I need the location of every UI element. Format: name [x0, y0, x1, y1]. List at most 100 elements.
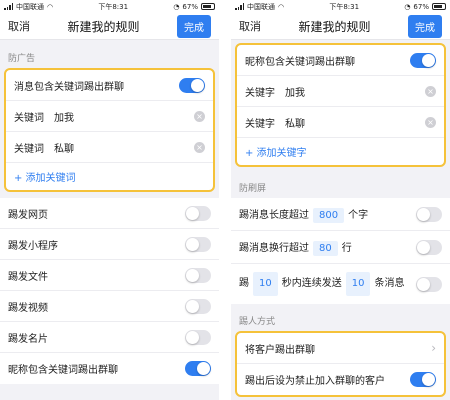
length-limit-label: 踢消息长度超过 800 个字 — [239, 206, 416, 223]
rule-label: 踢发文件 — [8, 271, 48, 283]
antiflood-list: 踢消息长度超过 800 个字 踢消息换行超过 80 行 踢 10 秒内连续发送 10 条消息 — [231, 198, 450, 304]
wifi-icon: ◠ — [47, 2, 54, 11]
toggle-label: 消息包含关键词踢出群聊 — [14, 81, 124, 93]
status-time: 下午8:31 — [98, 2, 129, 11]
screen-divider — [219, 0, 231, 400]
battery-icon — [200, 3, 215, 10]
alarm-icon: ◔ — [404, 2, 411, 11]
keyword-label: 关键词 — [14, 112, 44, 124]
nickname-kick-toggle[interactable] — [410, 52, 436, 68]
status-bar: 中国联通 ◠ 下午8:31 ◔ 67% — [0, 0, 219, 13]
ban-after-kick-toggle[interactable] — [410, 372, 436, 387]
rule-toggle[interactable] — [185, 205, 211, 221]
length-limit-toggle[interactable] — [416, 206, 442, 222]
rule-label: 踢发小程序 — [8, 240, 58, 252]
chevron-right-icon: › — [431, 341, 436, 355]
rate-limit-row: 踢 10 秒内连续发送 10 条消息 — [231, 264, 450, 304]
keyword-input[interactable]: 私聊 — [285, 115, 425, 130]
page-title: 新建我的规则 — [67, 19, 140, 34]
toggle-row-nickname-kick: 昵称包含关键词踢出群聊 — [237, 45, 444, 76]
battery-percent: 67% — [182, 2, 198, 11]
toggle-row-keyword-kick: 消息包含关键词踢出群聊 — [6, 70, 213, 101]
rule-toggle[interactable] — [185, 329, 211, 345]
rule-row: 踢发名片 — [0, 322, 219, 353]
keyword-input[interactable]: 加我 — [285, 84, 425, 99]
keyword-input[interactable]: 加我 — [54, 109, 194, 124]
rule-label: 踢发网页 — [8, 209, 48, 221]
right-screen: 中国联通 ◠ 下午8:31 ◔ 67% 取消 新建我的规则 完成 昵称包含关键词… — [231, 0, 450, 400]
rule-list: 踢发网页 踢发小程序 踢发文件 踢发视频 踢发名片 昵称包含关键词踢出群聊 — [0, 198, 219, 384]
done-button[interactable]: 完成 — [407, 14, 442, 38]
keyword-kick-toggle[interactable] — [179, 77, 205, 93]
cancel-button[interactable]: 取消 — [239, 18, 261, 34]
rule-row: 踢发小程序 — [0, 229, 219, 260]
screenshot-pair: 中国联通 ◠ 下午8:31 ◔ 67% 取消 新建我的规则 完成 防广告 消息包… — [0, 0, 450, 400]
alarm-icon: ◔ — [173, 2, 180, 11]
battery-percent: 67% — [413, 2, 429, 11]
section-header-antiad: 防广告 — [8, 54, 36, 64]
ban-after-kick-label: 踢出后设为禁止加入群聊的客户 — [245, 376, 385, 387]
lines-prefix: 踢消息换行超过 — [239, 242, 309, 254]
highlighted-rule-group: 消息包含关键词踢出群聊 关键词 加我 × 关键词 私聊 × + 添加关键词 — [4, 68, 215, 192]
rate-limit-toggle[interactable] — [416, 276, 442, 292]
highlighted-rule-group: 昵称包含关键词踢出群聊 关键字 加我 × 关键字 私聊 × + 添加关键字 — [235, 43, 446, 167]
length-prefix: 踢消息长度超过 — [239, 209, 309, 221]
left-screen: 中国联通 ◠ 下午8:31 ◔ 67% 取消 新建我的规则 完成 防广告 消息包… — [0, 0, 219, 400]
length-limit-row: 踢消息长度超过 800 个字 — [231, 198, 450, 231]
length-value-input[interactable]: 800 — [313, 207, 345, 223]
section-header-antiflood: 防刷屏 — [239, 184, 267, 194]
signal-icon — [4, 3, 13, 10]
rule-label: 踢发名片 — [8, 333, 48, 345]
done-button[interactable]: 完成 — [176, 14, 211, 38]
rule-label: 踢发视频 — [8, 302, 48, 314]
keyword-row: 关键字 加我 × — [237, 76, 444, 107]
add-keyword-row: + 添加关键词 — [6, 163, 213, 190]
rule-toggle[interactable] — [185, 298, 211, 314]
section-header-kick: 踢人方式 — [239, 317, 276, 327]
carrier-text: 中国联通 — [16, 2, 44, 11]
rate-mid: 秒内连续发送 — [281, 278, 342, 289]
rate-limit-label: 踢 10 秒内连续发送 10 条消息 — [239, 272, 416, 296]
nav-bar: 取消 新建我的规则 完成 — [0, 13, 219, 40]
add-keyword-button[interactable]: + 添加关键词 — [14, 169, 76, 184]
clear-icon[interactable]: × — [425, 116, 436, 128]
lines-limit-label: 踢消息换行超过 80 行 — [239, 239, 416, 256]
clear-icon[interactable]: × — [425, 85, 436, 97]
add-keyword-row: + 添加关键字 — [237, 138, 444, 165]
kick-method-row[interactable]: 将客户踢出群聊 › — [237, 333, 444, 364]
lines-suffix: 行 — [341, 242, 352, 254]
nav-bar: 取消 新建我的规则 完成 — [231, 13, 450, 40]
battery-icon — [431, 3, 446, 10]
rule-label: 昵称包含关键词踢出群聊 — [8, 365, 118, 376]
clear-icon[interactable]: × — [194, 110, 205, 122]
rule-toggle[interactable] — [185, 267, 211, 283]
clear-icon[interactable]: × — [194, 141, 205, 153]
lines-value-input[interactable]: 80 — [313, 240, 338, 256]
rule-row: 踢发文件 — [0, 260, 219, 291]
add-keyword-button[interactable]: + 添加关键字 — [245, 144, 307, 159]
status-time: 下午8:31 — [329, 2, 360, 11]
keyword-label: 关键字 — [245, 87, 275, 99]
keyword-label: 关键字 — [245, 118, 275, 130]
rule-row: 踢发视频 — [0, 291, 219, 322]
kick-method-group: 将客户踢出群聊 › 踢出后设为禁止加入群聊的客户 — [235, 331, 446, 397]
rate-seconds-input[interactable]: 10 — [253, 272, 278, 296]
toggle-label: 昵称包含关键词踢出群聊 — [245, 56, 355, 68]
rule-row: 昵称包含关键词踢出群聊 — [0, 353, 219, 384]
kick-method-label: 将客户踢出群聊 — [245, 344, 315, 356]
lines-limit-toggle[interactable] — [416, 239, 442, 255]
signal-icon — [235, 3, 244, 10]
cancel-button[interactable]: 取消 — [8, 18, 30, 34]
rate-count-input[interactable]: 10 — [345, 272, 371, 296]
ban-after-kick-row: 踢出后设为禁止加入群聊的客户 — [237, 364, 444, 395]
rule-toggle[interactable] — [185, 236, 211, 252]
rule-toggle[interactable] — [185, 361, 211, 376]
lines-limit-row: 踢消息换行超过 80 行 — [231, 231, 450, 264]
keyword-label: 关键词 — [14, 143, 44, 155]
keyword-row: 关键词 加我 × — [6, 101, 213, 132]
rate-suffix: 条消息 — [374, 278, 405, 289]
rate-prefix: 踢 — [239, 278, 249, 289]
keyword-row: 关键词 私聊 × — [6, 132, 213, 163]
wifi-icon: ◠ — [278, 2, 285, 11]
keyword-input[interactable]: 私聊 — [54, 140, 194, 155]
